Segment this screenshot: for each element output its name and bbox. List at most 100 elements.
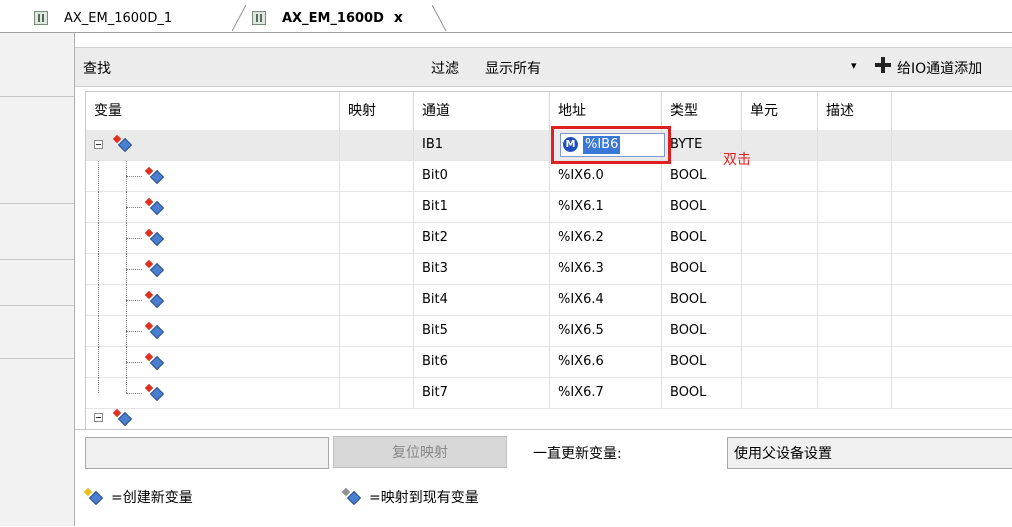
description-cell[interactable]: [818, 316, 892, 346]
column-header[interactable]: 类型: [662, 92, 742, 130]
unit-cell[interactable]: [742, 316, 818, 346]
description-cell[interactable]: [818, 285, 892, 315]
mapping-cell[interactable]: [340, 254, 414, 284]
device-icon: [34, 11, 48, 25]
filter-value[interactable]: 显示所有: [485, 58, 541, 78]
unit-cell[interactable]: [742, 378, 818, 408]
always-update-select[interactable]: 使用父设备设置: [727, 437, 1012, 469]
double-click-annotation: 双击: [723, 152, 751, 168]
channel-cell: Bit6: [414, 347, 550, 377]
close-icon[interactable]: x: [394, 10, 403, 26]
type-cell: BOOL: [662, 285, 742, 315]
description-cell[interactable]: [818, 192, 892, 222]
reset-mapping-button[interactable]: 复位映射: [333, 436, 507, 468]
variable-cell[interactable]: [86, 161, 340, 191]
column-header[interactable]: 变量: [86, 92, 340, 130]
unit-cell[interactable]: [742, 254, 818, 284]
address-cell[interactable]: %IX6.1: [550, 192, 662, 222]
variable-cell[interactable]: [86, 130, 340, 160]
expand-icon[interactable]: [94, 413, 103, 422]
unit-cell[interactable]: [742, 161, 818, 191]
variable-cell[interactable]: [86, 378, 340, 408]
description-cell[interactable]: [818, 378, 892, 408]
address-cell[interactable]: %IX6.4: [550, 285, 662, 315]
address-selected-text[interactable]: %IB6: [583, 136, 621, 154]
unit-cell[interactable]: [742, 347, 818, 377]
table-row[interactable]: Bit0 %IX6.0 BOOL: [86, 161, 1012, 192]
column-header[interactable]: 单元: [742, 92, 818, 130]
variable-input[interactable]: [85, 437, 329, 469]
filter-bar: 查找 过滤 显示所有 ▾ 给IO通道添加: [75, 47, 1012, 87]
channel-cell: IB1: [414, 130, 550, 160]
mapping-badge-icon: M: [563, 137, 578, 152]
table-row[interactable]: Bit7 %IX6.7 BOOL: [86, 378, 1012, 409]
type-cell: BOOL: [662, 347, 742, 377]
mapping-cell[interactable]: [340, 347, 414, 377]
bottom-bar: 复位映射 一直更新变量: 使用父设备设置 =创建新变量 =映射到现有变量: [75, 429, 1012, 527]
variable-cell[interactable]: [86, 192, 340, 222]
column-header[interactable]: 地址: [550, 92, 662, 130]
panel-divider: [0, 203, 74, 204]
channel-cell: Bit4: [414, 285, 550, 315]
mapping-cell[interactable]: [340, 285, 414, 315]
add-fb-to-io-channel-button[interactable]: 给IO通道添加: [897, 58, 982, 78]
address-cell[interactable]: %IX6.6: [550, 347, 662, 377]
column-header[interactable]: 通道: [414, 92, 550, 130]
unit-cell[interactable]: [742, 223, 818, 253]
panel-divider: [0, 305, 74, 306]
always-update-label: 一直更新变量:: [533, 446, 622, 462]
description-cell[interactable]: [818, 130, 892, 160]
table-row[interactable]: Bit3 %IX6.3 BOOL: [86, 254, 1012, 285]
variable-cell[interactable]: [86, 316, 340, 346]
variable-cell[interactable]: [86, 347, 340, 377]
mapping-cell[interactable]: [340, 378, 414, 408]
unit-cell[interactable]: [742, 192, 818, 222]
table-row[interactable]: [86, 408, 1012, 430]
tab-ax-em-1600d-1[interactable]: AX_EM_1600D_1: [34, 5, 172, 31]
table-row[interactable]: IB1%IB6BYTE: [86, 130, 1012, 161]
filter-label: 过滤: [431, 61, 459, 77]
description-cell[interactable]: [818, 161, 892, 191]
address-cell[interactable]: %IX6.7: [550, 378, 662, 408]
variable-cell[interactable]: [86, 254, 340, 284]
table-row[interactable]: Bit2 %IX6.2 BOOL: [86, 223, 1012, 254]
variable-cell[interactable]: [86, 285, 340, 315]
variable-cell[interactable]: [86, 223, 340, 253]
table-row[interactable]: Bit4 %IX6.4 BOOL: [86, 285, 1012, 316]
column-header[interactable]: 映射: [340, 92, 414, 130]
description-cell[interactable]: [818, 223, 892, 253]
panel-divider: [0, 96, 74, 97]
channel-cell: Bit1: [414, 192, 550, 222]
tab-strip: AX_EM_1600D_1 AX_EM_1600D x: [0, 0, 1012, 33]
table-row[interactable]: Bit5 %IX6.5 BOOL: [86, 316, 1012, 347]
address-cell[interactable]: %IX6.2: [550, 223, 662, 253]
address-edit-highlight: M %IB6: [551, 126, 671, 164]
tab-separator: [232, 5, 247, 31]
plus-icon[interactable]: [875, 57, 891, 73]
tab-ax-em-1600d[interactable]: AX_EM_1600D x: [252, 5, 403, 31]
table-row[interactable]: Bit6 %IX6.6 BOOL: [86, 347, 1012, 378]
chevron-down-icon[interactable]: ▾: [851, 59, 857, 72]
description-cell[interactable]: [818, 254, 892, 284]
column-header[interactable]: 描述: [818, 92, 892, 130]
address-cell[interactable]: %IX6.0: [550, 161, 662, 191]
mapping-cell[interactable]: [340, 316, 414, 346]
legend-map-label: =映射到现有变量: [369, 490, 479, 506]
mapping-cell[interactable]: [340, 192, 414, 222]
mapping-cell[interactable]: [340, 130, 414, 160]
legend-create: =创建新变量: [83, 487, 193, 507]
channel-cell: Bit5: [414, 316, 550, 346]
table-row[interactable]: Bit1 %IX6.1 BOOL: [86, 192, 1012, 223]
unit-cell[interactable]: [742, 285, 818, 315]
address-cell[interactable]: %IX6.3: [550, 254, 662, 284]
address-cell[interactable]: %IX6.5: [550, 316, 662, 346]
mapping-cell[interactable]: [340, 223, 414, 253]
find-label[interactable]: 查找: [83, 58, 111, 78]
unit-cell[interactable]: [742, 130, 818, 160]
panel-divider: [0, 259, 74, 260]
mapping-cell[interactable]: [340, 161, 414, 191]
type-cell: BOOL: [662, 378, 742, 408]
description-cell[interactable]: [818, 347, 892, 377]
address-input[interactable]: M %IB6: [560, 133, 665, 157]
mapped-variable-icon: [341, 487, 362, 506]
